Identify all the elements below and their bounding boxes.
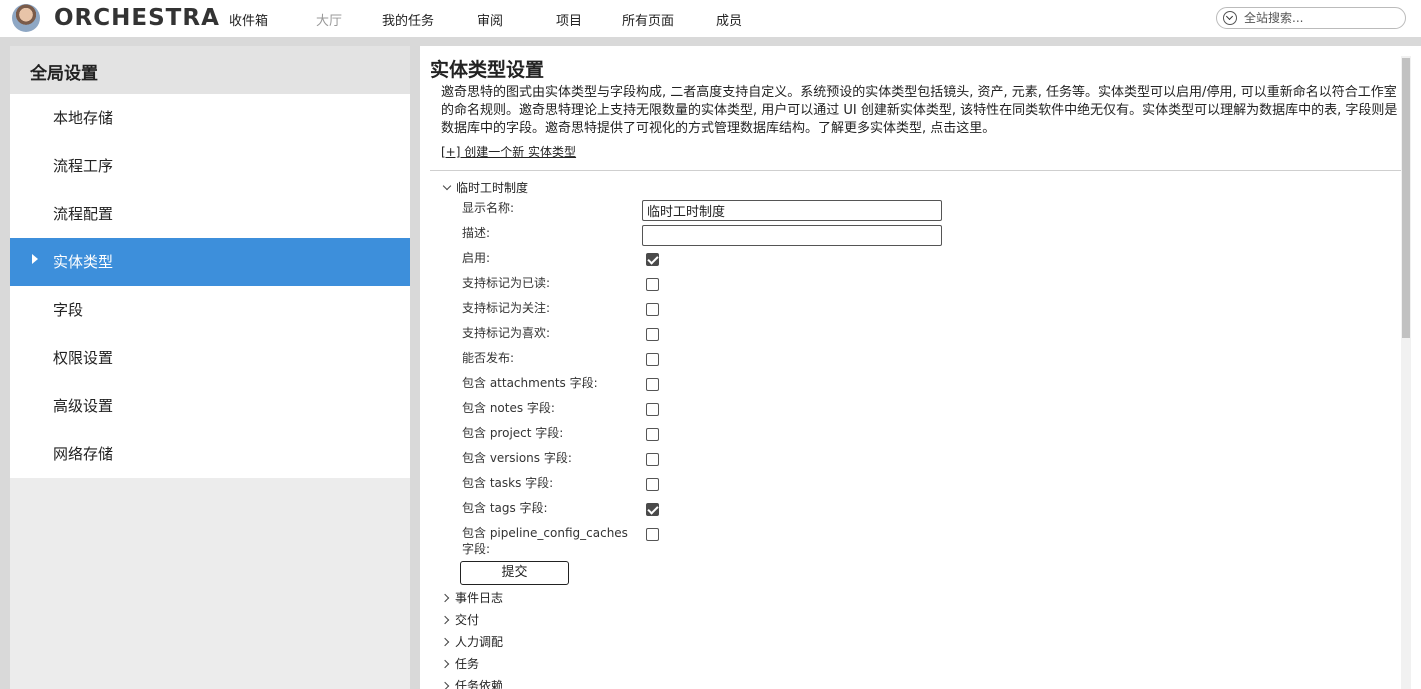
checkbox-label: 支持标记为已读: xyxy=(462,276,551,290)
chevron-down-icon[interactable] xyxy=(1223,11,1237,25)
chevron-right-icon xyxy=(440,659,450,669)
versions-field-checkbox[interactable] xyxy=(646,453,659,466)
display-name-input[interactable] xyxy=(642,200,942,221)
search-input[interactable] xyxy=(1244,10,1399,26)
sidebar-title: 全局设置 xyxy=(10,46,410,94)
section-toggle-delivery[interactable]: 交付 xyxy=(440,611,480,628)
nav-inbox[interactable]: 收件箱 xyxy=(229,10,268,29)
nav-review[interactable]: 审阅 xyxy=(477,10,503,29)
section-title: 人力调配 xyxy=(455,635,504,649)
description-label: 描述: xyxy=(462,226,491,240)
section-title: 任务依赖 xyxy=(455,679,504,689)
pipeline-config-caches-field-checkbox[interactable] xyxy=(646,528,659,541)
submit-button[interactable]: 提交 xyxy=(460,561,569,585)
attachments-field-checkbox[interactable] xyxy=(646,378,659,391)
sidebar-item-permissions[interactable]: 权限设置 xyxy=(10,334,410,382)
checkbox-label: 包含 notes 字段: xyxy=(462,401,555,415)
sidebar-item-label: 流程工序 xyxy=(53,157,114,175)
section-title: 任务 xyxy=(455,657,480,671)
sidebar-item-entity-types[interactable]: 实体类型 xyxy=(10,238,410,286)
section-title: 临时工时制度 xyxy=(456,181,529,195)
sidebar-item-local-storage[interactable]: 本地存储 xyxy=(10,94,410,142)
user-avatar-icon[interactable] xyxy=(12,4,40,32)
tasks-field-checkbox[interactable] xyxy=(646,478,659,491)
nav-my-tasks[interactable]: 我的任务 xyxy=(382,10,434,29)
section-title: 交付 xyxy=(455,613,480,627)
sidebar-list: 本地存储 流程工序 流程配置 实体类型 字段 权限设置 高级设置 网络存储 xyxy=(10,94,410,478)
checkbox-label: 支持标记为关注: xyxy=(462,301,551,315)
top-navigation-bar: ORCHESTRA 收件箱 大厅 我的任务 审阅 项目 所有页面 成员 xyxy=(0,0,1421,37)
mark-like-checkbox[interactable] xyxy=(646,328,659,341)
checkbox-label: 包含 project 字段: xyxy=(462,426,564,440)
mark-follow-checkbox[interactable] xyxy=(646,303,659,316)
project-field-checkbox[interactable] xyxy=(646,428,659,441)
section-toggle-staffing[interactable]: 人力调配 xyxy=(440,633,504,650)
display-name-label: 显示名称: xyxy=(462,201,515,215)
checkbox-label: 包含 tasks 字段: xyxy=(462,476,554,490)
nav-members[interactable]: 成员 xyxy=(716,10,742,29)
chevron-right-icon xyxy=(440,637,450,647)
caret-right-icon xyxy=(32,254,38,264)
sidebar-item-label: 字段 xyxy=(53,301,84,319)
page-title: 实体类型设置 xyxy=(430,59,545,81)
publishable-checkbox[interactable] xyxy=(646,353,659,366)
checkbox-label: 包含 tags 字段: xyxy=(462,501,548,515)
checkbox-label: 启用: xyxy=(462,251,491,265)
section-toggle-expanded[interactable]: 临时工时制度 xyxy=(442,179,528,196)
sidebar-item-advanced[interactable]: 高级设置 xyxy=(10,382,410,430)
checkbox-label: 能否发布: xyxy=(462,351,515,365)
sidebar-item-label: 权限设置 xyxy=(53,349,114,367)
sidebar-item-label: 实体类型 xyxy=(53,253,114,271)
tags-field-checkbox[interactable] xyxy=(646,503,659,516)
section-title: 事件日志 xyxy=(455,591,504,605)
checkbox-label: 包含 attachments 字段: xyxy=(462,376,598,390)
scrollbar-thumb[interactable] xyxy=(1402,58,1410,338)
nav-lobby[interactable]: 大厅 xyxy=(316,10,342,29)
section-toggle-task[interactable]: 任务 xyxy=(440,655,480,672)
nav-all-pages[interactable]: 所有页面 xyxy=(622,10,674,29)
checkbox-label: 支持标记为喜欢: xyxy=(462,326,551,340)
nav-projects[interactable]: 项目 xyxy=(556,10,582,29)
sidebar-item-pipeline-steps[interactable]: 流程工序 xyxy=(10,142,410,190)
checkbox-label: 包含 versions 字段: xyxy=(462,451,572,465)
description-input[interactable] xyxy=(642,225,942,246)
sidebar-item-network-storage[interactable]: 网络存储 xyxy=(10,430,410,478)
sidebar-item-pipeline-config[interactable]: 流程配置 xyxy=(10,190,410,238)
section-toggle-task-dependency[interactable]: 任务依赖 xyxy=(440,677,504,689)
chevron-down-icon xyxy=(442,181,452,191)
page-description: 邀奇思特的图式由实体类型与字段构成, 二者高度支持自定义。系统预设的实体类型包括… xyxy=(441,85,1398,136)
sidebar-item-label: 高级设置 xyxy=(53,397,114,415)
checkbox-label: 包含 pipeline_config_caches 字段: xyxy=(462,526,628,556)
app-brand[interactable]: ORCHESTRA xyxy=(54,5,220,31)
settings-sidebar: 全局设置 本地存储 流程工序 流程配置 实体类型 字段 权限设置 高级设置 网络… xyxy=(10,46,410,689)
global-search xyxy=(1216,7,1406,29)
enabled-checkbox[interactable] xyxy=(646,253,659,266)
notes-field-checkbox[interactable] xyxy=(646,403,659,416)
sidebar-item-label: 流程配置 xyxy=(53,205,114,223)
divider xyxy=(430,170,1402,171)
mark-read-checkbox[interactable] xyxy=(646,278,659,291)
chevron-right-icon xyxy=(440,615,450,625)
chevron-right-icon xyxy=(440,593,450,603)
sidebar-item-label: 本地存储 xyxy=(53,109,114,127)
sidebar-item-fields[interactable]: 字段 xyxy=(10,286,410,334)
create-entity-type-link[interactable]: [+] 创建一个新 实体类型 xyxy=(441,143,576,160)
sidebar-item-label: 网络存储 xyxy=(53,445,114,463)
entity-types-panel: 实体类型设置 邀奇思特的图式由实体类型与字段构成, 二者高度支持自定义。系统预设… xyxy=(420,46,1421,689)
chevron-right-icon xyxy=(440,681,450,689)
section-toggle-event-log[interactable]: 事件日志 xyxy=(440,589,504,606)
